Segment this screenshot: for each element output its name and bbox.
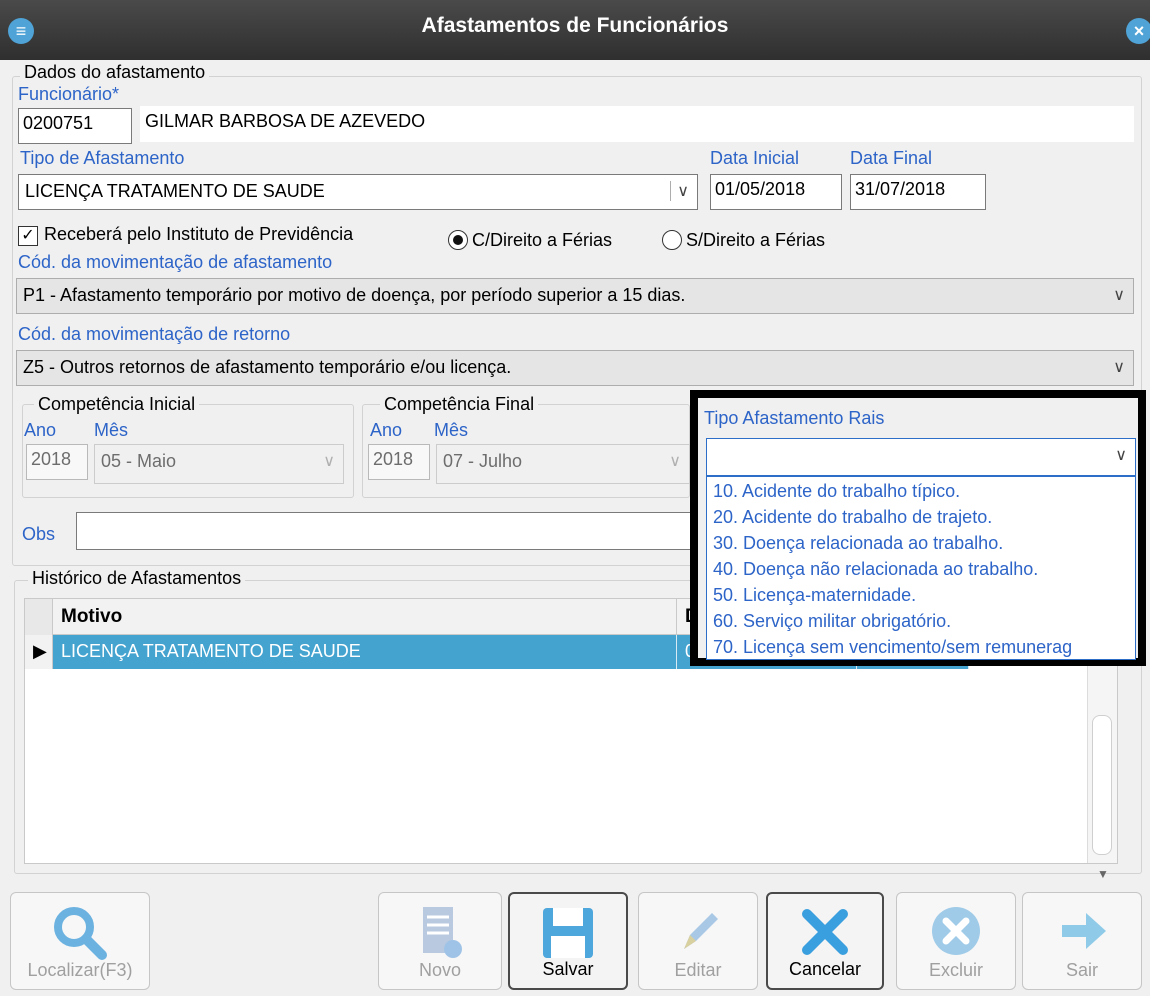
close-icon[interactable]: × [1126, 18, 1150, 44]
tipo-afastamento-value: LICENÇA TRATAMENTO DE SAUDE [25, 181, 325, 201]
cod-retorno-label: Cód. da movimentação de retorno [18, 324, 291, 344]
radio-s-direito-ferias[interactable] [662, 230, 682, 250]
funcionario-code-input[interactable]: 0200751 [18, 108, 132, 144]
mes-inicial-label: Mês [94, 420, 129, 440]
scrollbar-thumb[interactable] [1092, 715, 1112, 855]
mes-final-label: Mês [434, 420, 469, 440]
cod-retorno-select[interactable]: Z5 - Outros retornos de afastamento temp… [16, 350, 1134, 386]
chevron-down-icon: ∨ [1113, 287, 1125, 304]
localizar-button[interactable]: Localizar(F3) [10, 892, 150, 990]
data-inicial-input[interactable]: 01/05/2018 [710, 174, 842, 210]
rais-option-60[interactable]: 60. Serviço militar obrigatório. [713, 611, 951, 632]
ano-inicial-label: Ano [24, 420, 57, 440]
data-inicial-label: Data Inicial [710, 148, 800, 168]
salvar-button[interactable]: Salvar [508, 892, 628, 990]
historico-legend: Histórico de Afastamentos [28, 568, 246, 589]
exit-arrow-icon [1062, 913, 1106, 949]
salvar-label: Salvar [542, 959, 594, 979]
grid-vertical-scrollbar[interactable]: ▼ [1087, 635, 1117, 881]
cod-afastamento-label: Cód. da movimentação de afastamento [18, 252, 333, 272]
pencil-icon [684, 913, 718, 949]
chevron-down-icon: ∨ [670, 181, 689, 201]
competencia-inicial-legend: Competência Inicial [34, 394, 200, 415]
funcionario-label: Funcionário* [18, 84, 120, 104]
sair-button[interactable]: Sair [1022, 892, 1142, 990]
rais-select[interactable]: ∨ [706, 438, 1136, 476]
row-pointer-icon: ▶ [25, 635, 53, 669]
radio-c-label: C/Direito a Férias [472, 230, 613, 250]
window-title: Afastamentos de Funcionários [421, 14, 729, 37]
data-final-label: Data Final [850, 148, 933, 168]
editar-button[interactable]: Editar [638, 892, 758, 990]
receber-label: Receberá pelo Instituto de Previdência [44, 224, 354, 244]
data-final-input[interactable]: 31/07/2018 [850, 174, 986, 210]
tipo-afastamento-label: Tipo de Afastamento [20, 148, 185, 168]
chevron-down-icon: ∨ [323, 453, 335, 470]
search-icon [54, 907, 107, 960]
ano-final-label: Ano [370, 420, 403, 440]
localizar-label: Localizar(F3) [27, 960, 133, 980]
cancel-x-icon [802, 909, 848, 955]
novo-button[interactable]: Novo [378, 892, 502, 990]
column-header-motivo[interactable]: Motivo [53, 599, 677, 635]
rais-option-30[interactable]: 30. Doença relacionada ao trabalho. [713, 533, 1003, 554]
save-icon [543, 908, 593, 958]
delete-icon [932, 907, 980, 955]
cod-afastamento-value: P1 - Afastamento temporário por motivo d… [23, 285, 686, 305]
cancelar-label: Cancelar [788, 959, 862, 979]
tipo-afastamento-select[interactable]: LICENÇA TRATAMENTO DE SAUDE ∨ [18, 174, 698, 210]
cod-retorno-value: Z5 - Outros retornos de afastamento temp… [23, 357, 512, 377]
mes-inicial-select[interactable]: 05 - Maio ∨ [94, 444, 344, 484]
obs-label: Obs [22, 524, 56, 544]
cod-afastamento-select[interactable]: P1 - Afastamento temporário por motivo d… [16, 278, 1134, 314]
competencia-final-legend: Competência Final [380, 394, 539, 415]
mes-final-value: 07 - Julho [443, 451, 523, 471]
radio-c-direito-ferias[interactable] [448, 230, 468, 250]
editar-label: Editar [674, 960, 722, 980]
rais-option-40[interactable]: 40. Doença não relacionada ao trabalho. [713, 559, 1038, 580]
excluir-button[interactable]: Excluir [896, 892, 1016, 990]
rais-option-50[interactable]: 50. Licença-maternidade. [713, 585, 916, 606]
title-bar: ≡ Afastamentos de Funcionários × [0, 0, 1150, 60]
mes-inicial-value: 05 - Maio [101, 451, 177, 471]
rais-option-70[interactable]: 70. Licença sem vencimento/sem remunerag [713, 637, 1072, 658]
sair-label: Sair [1065, 960, 1098, 980]
tipo-afastamento-rais-panel: Tipo Afastamento Rais ∨ 10. Acidente do … [690, 390, 1146, 666]
new-document-icon [423, 907, 462, 958]
novo-label: Novo [418, 960, 462, 980]
funcionario-name-field: GILMAR BARBOSA DE AZEVEDO [140, 106, 1134, 142]
cell-motivo[interactable]: LICENÇA TRATAMENTO DE SAUDE [53, 635, 677, 669]
radio-s-label: S/Direito a Férias [686, 230, 826, 250]
excluir-label: Excluir [928, 960, 983, 980]
receber-checkbox[interactable]: ✓ [18, 226, 38, 246]
rais-label: Tipo Afastamento Rais [704, 408, 885, 428]
rais-option-20[interactable]: 20. Acidente do trabalho de trajeto. [713, 507, 992, 528]
obs-input[interactable] [76, 512, 696, 550]
dados-legend: Dados do afastamento [20, 62, 210, 83]
rais-option-10[interactable]: 10. Acidente do trabalho típico. [713, 481, 960, 502]
chevron-down-icon: ∨ [1113, 359, 1125, 376]
mes-final-select[interactable]: 07 - Julho ∨ [436, 444, 690, 484]
chevron-down-icon: ∨ [669, 453, 681, 470]
ano-final-input[interactable]: 2018 [368, 444, 430, 480]
chevron-down-icon: ∨ [1115, 447, 1127, 464]
grid-row-indicator-header [25, 599, 53, 635]
cancelar-button[interactable]: Cancelar [766, 892, 884, 990]
scroll-down-icon[interactable]: ▼ [1097, 867, 1109, 881]
ano-inicial-input[interactable]: 2018 [26, 444, 88, 480]
rais-options-list[interactable]: 10. Acidente do trabalho típico. 20. Aci… [706, 476, 1136, 660]
